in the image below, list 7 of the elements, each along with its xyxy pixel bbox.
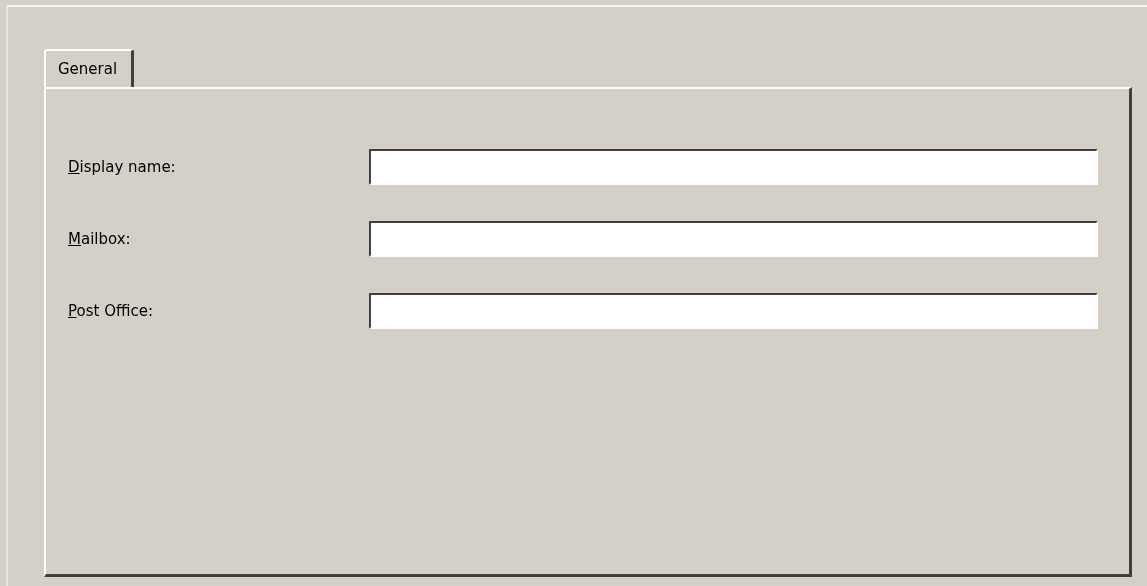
- input-field[interactable]: [369, 221, 1098, 257]
- tab[interactable]: General: [44, 49, 135, 87]
- field-label: Display name:: [68, 158, 177, 176]
- field-label: Mailbox:: [68, 230, 132, 248]
- input-field[interactable]: [369, 149, 1098, 185]
- field-label: Post Office:: [68, 302, 154, 320]
- input-field[interactable]: [369, 293, 1098, 329]
